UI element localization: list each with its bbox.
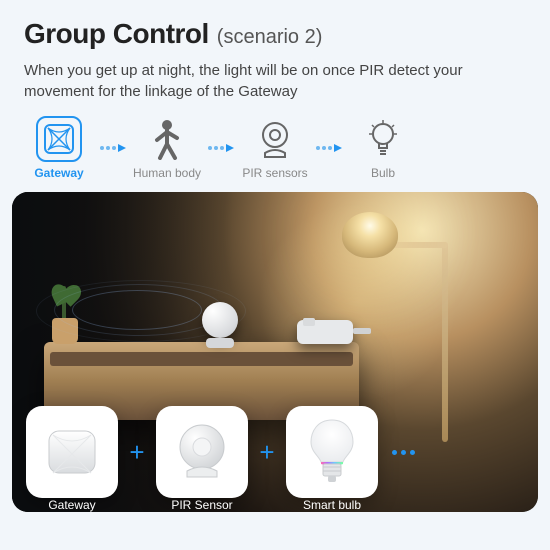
- pir-icon: [252, 116, 298, 162]
- gateway-tile-icon: [39, 419, 105, 485]
- flow-arrow-icon: [316, 144, 342, 152]
- flow-item-bulb: Bulb: [348, 116, 418, 180]
- flow-label: Bulb: [371, 166, 395, 180]
- flow-item-human: Human body: [132, 116, 202, 180]
- tile-label: Smart bulb: [286, 498, 378, 512]
- pir-tile-icon: [169, 419, 235, 485]
- more-dots-icon: [392, 450, 415, 455]
- bulb-icon: [360, 116, 406, 162]
- flow-arrow-icon: [208, 144, 234, 152]
- flow-label: Human body: [133, 166, 201, 180]
- plus-icon: +: [256, 437, 278, 468]
- tile-gateway: [26, 406, 118, 498]
- header: Group Control (scenario 2): [0, 0, 550, 56]
- page-title: Group Control: [24, 18, 209, 50]
- flow-label: PIR sensors: [242, 166, 307, 180]
- tile-labels: Gateway PIR Sensor Smart bulb: [26, 498, 524, 512]
- flow-arrow-icon: [100, 144, 126, 152]
- tile-label: PIR Sensor: [156, 498, 248, 512]
- pir-device-icon: [202, 302, 242, 342]
- flow-item-gateway: Gateway: [24, 116, 94, 180]
- gateway-device-icon: [297, 320, 353, 344]
- gateway-icon: [36, 116, 82, 162]
- product-tiles: + +: [26, 406, 524, 498]
- page-subtitle: (scenario 2): [217, 26, 323, 49]
- tile-label: Gateway: [26, 498, 118, 512]
- bulb-tile-icon: [299, 416, 365, 488]
- human-icon: [144, 116, 190, 162]
- tile-pir: [156, 406, 248, 498]
- scene-image: + + Gateway PIR Sensor Smart bulb: [12, 192, 538, 512]
- flow-diagram: Gateway Human body PIR sensors Bulb: [0, 112, 550, 192]
- tile-bulb: [286, 406, 378, 498]
- flow-item-pir: PIR sensors: [240, 116, 310, 180]
- flow-label: Gateway: [34, 166, 83, 180]
- description-text: When you get up at night, the light will…: [0, 56, 550, 112]
- plus-icon: +: [126, 437, 148, 468]
